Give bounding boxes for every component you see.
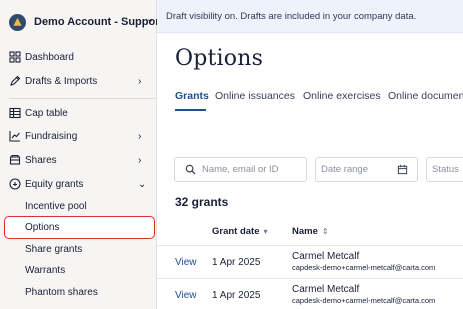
- column-header-label: Grant date: [212, 226, 260, 237]
- sidebar-subitem-warrants[interactable]: Warrants: [0, 260, 156, 282]
- draft-visibility-banner: Draft visibility on. Drafts are included…: [157, 0, 463, 33]
- grants-count: 32 grants: [175, 195, 229, 209]
- sidebar-item-dashboard[interactable]: Dashboard: [0, 46, 156, 68]
- page-title: Options: [175, 46, 264, 71]
- tab-online-documents[interactable]: Online documen: [388, 90, 463, 102]
- sidebar-divider: [9, 98, 155, 99]
- chevron-right-icon: ›: [138, 75, 142, 87]
- tab-grants[interactable]: Grants: [175, 90, 209, 102]
- table-icon: [9, 107, 21, 119]
- dashboard-icon: [9, 51, 21, 63]
- search-icon: [185, 164, 196, 175]
- sidebar-item-equity-grants[interactable]: Equity grants ⌄: [0, 173, 156, 195]
- active-tab-indicator: [175, 109, 206, 111]
- grant-date-cell: 1 Apr 2025: [212, 290, 261, 301]
- email-cell: capdesk-demo+carmel-metcalf@carta.com: [292, 263, 436, 272]
- sidebar-subitem-label: Options: [25, 222, 60, 233]
- date-range-input[interactable]: Date range: [315, 157, 418, 182]
- account-logo-icon: [9, 13, 26, 31]
- status-placeholder: Status: [432, 164, 459, 175]
- sidebar-subitem-label: Share grants: [25, 244, 83, 255]
- pen-icon: [9, 75, 21, 87]
- table-header-divider: [157, 245, 463, 246]
- search-placeholder: Name, email or ID: [202, 164, 279, 175]
- sidebar-item-cap-table[interactable]: Cap table: [0, 102, 156, 124]
- search-input[interactable]: Name, email or ID: [174, 157, 307, 182]
- sort-icon: ⇕: [321, 227, 329, 236]
- row-divider: [157, 278, 463, 279]
- view-link[interactable]: View: [175, 257, 197, 268]
- column-header-label: Name: [292, 226, 318, 237]
- sidebar-subitem-options[interactable]: Options: [0, 217, 156, 239]
- name-cell: Carmel Metcalf: [292, 251, 360, 262]
- sidebar-item-label: Cap table: [25, 107, 68, 119]
- account-name: Demo Account - Support: [34, 16, 164, 28]
- sidebar-item-drafts-imports[interactable]: Drafts & Imports ›: [0, 70, 156, 92]
- sidebar-item-label: Equity grants: [25, 178, 84, 190]
- column-header-name[interactable]: Name ⇕: [292, 226, 329, 237]
- chevron-down-icon[interactable]: ⌄: [146, 14, 154, 25]
- name-cell: Carmel Metcalf: [292, 284, 360, 295]
- sidebar-item-label: Dashboard: [25, 51, 74, 63]
- sidebar-item-label: Shares: [25, 154, 57, 166]
- sidebar-item-label: Drafts & Imports: [25, 75, 98, 87]
- sidebar-subitem-share-grants[interactable]: Share grants: [0, 239, 156, 261]
- sidebar-item-shares[interactable]: Shares ›: [0, 149, 156, 171]
- sidebar-item-label: Fundraising: [25, 130, 78, 142]
- grant-date-cell: 1 Apr 2025: [212, 257, 261, 268]
- equity-icon: [9, 178, 21, 190]
- status-select[interactable]: Status: [426, 157, 463, 182]
- sidebar-subitem-label: Phantom shares: [25, 287, 98, 298]
- sidebar-item-fundraising[interactable]: Fundraising ›: [0, 125, 156, 147]
- view-link[interactable]: View: [175, 290, 197, 301]
- sidebar-subitem-phantom-shares[interactable]: Phantom shares: [0, 282, 156, 304]
- chevron-down-icon: ⌄: [138, 178, 147, 190]
- sidebar-subitem-label: Incentive pool: [25, 201, 87, 212]
- chart-icon: [9, 130, 21, 142]
- calendar-icon: [397, 164, 408, 175]
- tab-online-exercises[interactable]: Online exercises: [303, 90, 381, 102]
- sidebar-subitem-label: Warrants: [25, 265, 66, 276]
- sidebar-subitem-incentive-pool[interactable]: Incentive pool: [0, 196, 156, 218]
- email-cell: capdesk-demo+carmel-metcalf@carta.com: [292, 296, 436, 305]
- sidebar: Demo Account - Support ⌄ Dashboard Draft…: [0, 0, 163, 309]
- chevron-right-icon: ›: [138, 154, 142, 166]
- date-range-placeholder: Date range: [321, 164, 369, 175]
- chevron-right-icon: ›: [138, 130, 142, 142]
- sort-desc-icon: ▾: [263, 227, 268, 236]
- tab-online-issuances[interactable]: Online issuances: [215, 90, 295, 102]
- account-switcher[interactable]: Demo Account - Support: [9, 12, 163, 32]
- banner-text: Draft visibility on. Drafts are included…: [166, 10, 417, 22]
- shares-icon: [9, 154, 21, 166]
- column-header-grant-date[interactable]: Grant date ▾: [212, 226, 268, 237]
